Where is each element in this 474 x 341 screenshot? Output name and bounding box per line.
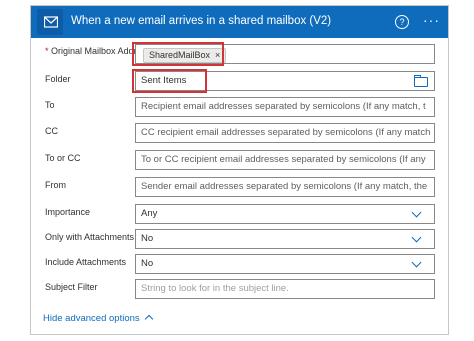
subject-filter-placeholder: String to look for in the subject line. [141, 283, 289, 294]
importance-label: Importance [45, 207, 91, 217]
from-label: From [45, 180, 66, 190]
to-or-cc-field[interactable]: To or CC recipient email addresses separ… [135, 150, 435, 170]
cc-label: CC [45, 126, 58, 136]
only-attachments-dropdown[interactable]: No [135, 229, 435, 249]
subject-filter-field[interactable]: String to look for in the subject line. [135, 279, 435, 299]
chevron-down-icon[interactable] [411, 207, 422, 218]
more-options-icon[interactable]: ··· [423, 12, 440, 28]
folder-icon[interactable] [414, 75, 428, 87]
highlight-folder [132, 69, 207, 93]
to-or-cc-placeholder: To or CC recipient email addresses separ… [141, 154, 426, 165]
chevron-down-icon[interactable] [411, 257, 422, 268]
help-icon[interactable]: ? [395, 15, 409, 29]
hide-advanced-label: Hide advanced options [43, 313, 140, 324]
trigger-card: When a new email arrives in a shared mai… [30, 5, 449, 335]
cc-placeholder: CC recipient email addresses separated b… [141, 127, 431, 138]
importance-dropdown[interactable]: Any [135, 204, 435, 224]
chevron-down-icon[interactable] [411, 232, 422, 243]
mail-icon [44, 16, 58, 28]
only-attachments-value: No [141, 233, 154, 244]
outlook-icon [37, 9, 63, 35]
from-field[interactable]: Sender email addresses separated by semi… [135, 177, 435, 197]
from-placeholder: Sender email addresses separated by semi… [141, 181, 428, 192]
subject-filter-label: Subject Filter [45, 282, 98, 292]
chevron-up-icon [144, 314, 153, 324]
folder-label: Folder [45, 74, 71, 84]
card-header[interactable]: When a new email arrives in a shared mai… [31, 6, 448, 38]
highlight-mailbox [132, 42, 224, 66]
include-attachments-dropdown[interactable]: No [135, 254, 435, 274]
include-attachments-label: Include Attachments [45, 257, 127, 267]
to-field[interactable]: Recipient email addresses separated by s… [135, 97, 435, 117]
to-placeholder: Recipient email addresses separated by s… [141, 101, 426, 112]
include-attachments-value: No [141, 258, 154, 269]
importance-value: Any [141, 208, 158, 219]
hide-advanced-options-link[interactable]: Hide advanced options [43, 313, 153, 324]
required-mark: * [45, 46, 49, 56]
to-or-cc-label: To or CC [45, 153, 81, 163]
card-title: When a new email arrives in a shared mai… [71, 15, 332, 27]
to-label: To [45, 100, 55, 110]
only-attachments-label: Only with Attachments [45, 232, 135, 242]
cc-field[interactable]: CC recipient email addresses separated b… [135, 123, 435, 143]
